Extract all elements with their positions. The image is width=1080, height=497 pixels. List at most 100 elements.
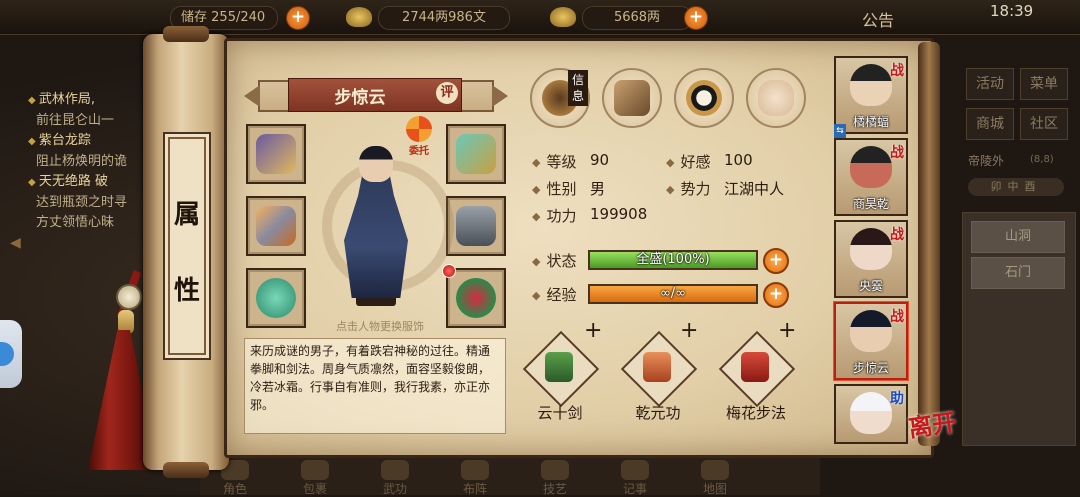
scroll-manual-icon (643, 352, 671, 382)
tab-meridian[interactable] (746, 68, 806, 128)
notification-dot (442, 264, 456, 278)
menu-button[interactable]: 菜单 (1020, 68, 1068, 100)
copper-coin-icon (346, 7, 372, 27)
battle-tag: 战 (890, 63, 904, 79)
skill-slot[interactable]: 乾元功 (618, 330, 698, 426)
silver-ingot-icon (550, 7, 576, 27)
map-icon (701, 460, 729, 480)
nav-bag[interactable]: 包裹 (290, 460, 340, 496)
pendant-icon (456, 278, 496, 318)
floating-assistant-button[interactable] (0, 320, 22, 388)
equip-slot-helmet[interactable] (446, 124, 506, 184)
bottom-nav: 角色 包裹 武功 布阵 技艺 记事 地图 (200, 452, 820, 496)
silver-display: 5668两 (582, 6, 692, 30)
gender-value: 男 (590, 180, 606, 198)
formation-icon (461, 460, 489, 480)
top-resource-bar: 储存 255/240 + 2744两986文 5668两 + 公告 18:39 (0, 0, 1080, 35)
sword-icon (256, 206, 296, 246)
favor-label: 好感 (666, 151, 710, 172)
roster-name: 步惊云 (852, 361, 889, 375)
equip-slot-armor[interactable] (446, 196, 506, 256)
nav-map[interactable]: 地图 (690, 460, 740, 496)
hero-avatar (850, 310, 892, 352)
favor-value: 100 (724, 151, 753, 169)
exp-bar-text: ∞/∞ (659, 286, 687, 301)
entrust-label: 委托 (409, 146, 429, 157)
community-button[interactable]: 社区 (1020, 108, 1068, 140)
state-plus-button[interactable]: + (763, 248, 789, 274)
equip-slot-weapon[interactable] (246, 196, 306, 256)
status-time: 18:39 (990, 2, 1034, 20)
shop-button[interactable]: 商城 (966, 108, 1014, 140)
hero-avatar (850, 64, 892, 106)
copper-display: 2744两986文 (378, 6, 510, 30)
gender-label: 性别 (532, 178, 576, 199)
nav-skills[interactable]: 技艺 (530, 460, 580, 496)
roster-card[interactable]: 战 橘橘蝠 (834, 56, 908, 134)
transform-tag: ⇆ (834, 124, 846, 138)
silver-plus-button[interactable]: + (684, 6, 708, 30)
skill-name: 乾元功 (635, 404, 681, 422)
roster-card-selected[interactable]: 战 步惊云 (834, 302, 908, 380)
helper-tag: 助 (890, 391, 904, 407)
yin-yang-icon (686, 80, 722, 116)
battle-tag: 战 (890, 227, 904, 243)
location-name: 帝陵外 (968, 154, 1005, 168)
activity-button[interactable]: 活动 (966, 68, 1014, 100)
gauntlet-icon (256, 134, 296, 174)
scroll-right-roller (918, 42, 940, 446)
hero-avatar (850, 146, 892, 188)
tab-bag[interactable] (602, 68, 662, 128)
roster-name: 橘橘蝠 (852, 115, 889, 129)
helmet-icon (456, 134, 496, 174)
power-value: 199908 (590, 205, 648, 223)
state-label: 状态 (532, 250, 576, 271)
skill-name: 云十剑 (537, 404, 583, 422)
leave-button[interactable]: 离开 (907, 407, 967, 463)
collapse-arrow-icon[interactable]: ◀ (10, 235, 26, 255)
journal-icon (621, 460, 649, 480)
entrust-swap-icon (406, 116, 432, 142)
hero-avatar (850, 392, 892, 434)
character-name: 步惊云 (334, 88, 386, 108)
nav-formation[interactable]: 布阵 (450, 460, 500, 496)
nav-journal[interactable]: 记事 (610, 460, 660, 496)
info-tab-label: 信息 (568, 70, 588, 106)
attributes-tab[interactable]: 属 性 (163, 132, 211, 360)
exp-plus-button[interactable]: + (763, 282, 789, 308)
book-manual-icon (741, 352, 769, 382)
bag-icon (301, 460, 329, 480)
roster-card[interactable]: 战 商昊乾 (834, 138, 908, 216)
state-bar: 全盛(100%) (588, 250, 758, 270)
level-label: 等级 (532, 151, 576, 172)
state-bar-text: 全盛(100%) (636, 252, 710, 267)
martial-icon (381, 460, 409, 480)
equip-slot-ring[interactable] (246, 268, 306, 328)
nav-martial[interactable]: 武功 (370, 460, 420, 496)
scene-list: 山洞 石门 (962, 212, 1076, 446)
sword-manual-icon (545, 352, 573, 382)
time-of-day-tabs[interactable]: 卯中酉 (968, 178, 1064, 196)
evaluate-button[interactable]: 评 (436, 82, 458, 104)
scene-item[interactable]: 山洞 (971, 221, 1065, 253)
notice-button[interactable]: 公告 (862, 7, 894, 31)
exp-bar: ∞/∞ (588, 284, 758, 304)
skill-slot[interactable]: 梅花步法 (716, 330, 796, 426)
roster-card[interactable]: 助 (834, 384, 908, 444)
equip-slot-accessory[interactable] (446, 268, 506, 328)
equip-slot-gloves[interactable] (246, 124, 306, 184)
exp-label: 经验 (532, 284, 576, 305)
power-label: 功力 (532, 205, 576, 226)
character-bio: 来历成谜的男子，有着跌宕神秘的过往。精通拳脚和剑法。周身气质凛然，面容坚毅俊朗，… (244, 338, 506, 434)
hero-avatar (850, 228, 892, 270)
skill-slot[interactable]: 云十剑 (520, 330, 600, 426)
tab-bagua[interactable] (674, 68, 734, 128)
capacity-plus-button[interactable]: + (286, 6, 310, 30)
level-value: 90 (590, 151, 610, 169)
entrust-button[interactable]: 委托 (404, 116, 434, 157)
character-head (359, 146, 393, 182)
scene-item[interactable]: 石门 (971, 257, 1065, 289)
faction-label: 势力 (666, 178, 710, 199)
change-outfit-hint: 点击人物更换服饰 (336, 320, 424, 333)
roster-card[interactable]: 战 央霙 (834, 220, 908, 298)
